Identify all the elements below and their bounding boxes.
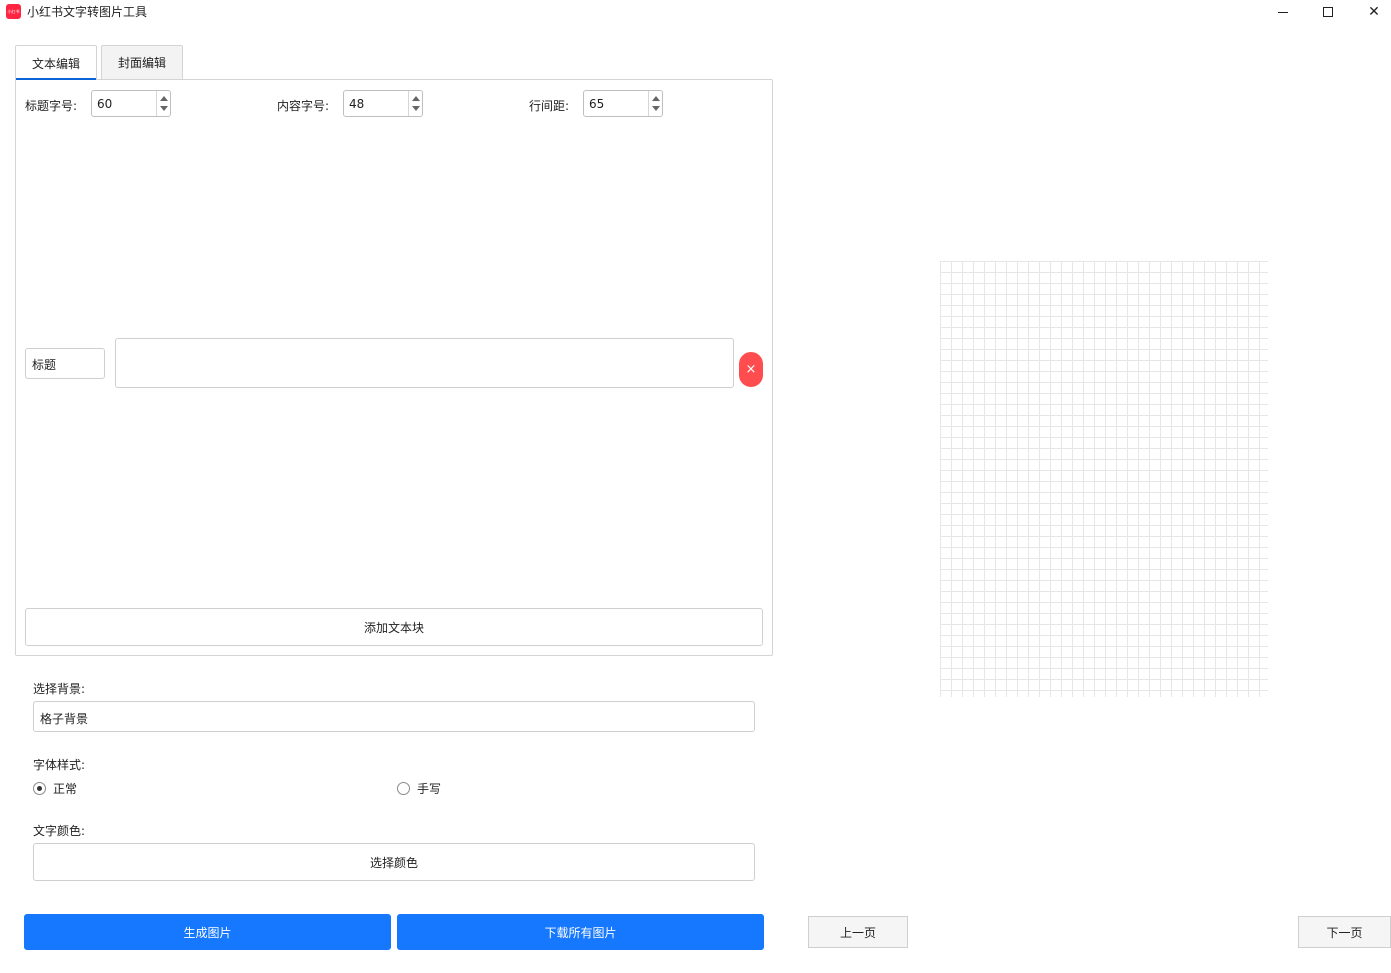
arrow-down-icon[interactable] bbox=[652, 106, 660, 111]
content-size-stepper[interactable] bbox=[408, 91, 422, 116]
choose-color-button[interactable]: 选择颜色 bbox=[33, 843, 755, 881]
content-size-label: 内容字号: bbox=[277, 99, 330, 113]
add-text-block-button[interactable]: 添加文本块 bbox=[25, 608, 763, 646]
button-label: 上一页 bbox=[839, 925, 876, 940]
app-logo-icon: 小红书 bbox=[6, 4, 21, 19]
title-bar: 小红书 小红书文字转图片工具 ✕ bbox=[0, 0, 1391, 26]
image-preview bbox=[940, 261, 1268, 697]
line-spacing-spinbox[interactable]: 65 bbox=[583, 90, 663, 117]
background-select[interactable]: 格子背景 bbox=[33, 701, 755, 732]
button-label: 选择颜色 bbox=[369, 855, 418, 870]
tab-label: 文本编辑 bbox=[31, 56, 80, 71]
font-style-normal-radio[interactable]: 正常 bbox=[33, 780, 77, 797]
line-spacing-stepper[interactable] bbox=[648, 91, 662, 116]
tab-cover-edit[interactable]: 封面编辑 bbox=[101, 45, 183, 79]
tab-label: 封面编辑 bbox=[117, 56, 166, 70]
download-all-button[interactable]: 下载所有图片 bbox=[397, 914, 764, 950]
title-size-label: 标题字号: bbox=[25, 99, 78, 113]
arrow-up-icon[interactable] bbox=[652, 96, 660, 101]
content-size-spinbox[interactable]: 48 bbox=[343, 90, 423, 117]
font-style-handwrite-radio[interactable]: 手写 bbox=[397, 780, 441, 797]
button-label: 添加文本块 bbox=[363, 620, 424, 635]
next-page-button[interactable]: 下一页 bbox=[1298, 916, 1391, 948]
maximize-icon bbox=[1323, 7, 1333, 17]
radio-label: 正常 bbox=[53, 782, 78, 796]
close-icon: × bbox=[745, 362, 757, 377]
generate-image-button[interactable]: 生成图片 bbox=[24, 914, 391, 950]
line-spacing-label: 行间距: bbox=[529, 99, 570, 113]
close-button[interactable]: ✕ bbox=[1351, 0, 1391, 24]
button-label: 下载所有图片 bbox=[544, 925, 617, 940]
title-size-stepper[interactable] bbox=[156, 91, 170, 116]
line-spacing-value: 65 bbox=[589, 97, 605, 111]
prev-page-button[interactable]: 上一页 bbox=[808, 916, 908, 948]
button-label: 生成图片 bbox=[183, 925, 232, 940]
maximize-button[interactable] bbox=[1305, 0, 1351, 24]
block-type-select[interactable]: 标题 bbox=[25, 348, 105, 379]
title-size-value: 60 bbox=[97, 97, 113, 111]
minimize-icon bbox=[1278, 11, 1288, 13]
background-label: 选择背景: bbox=[33, 682, 86, 696]
block-content-input[interactable] bbox=[115, 338, 734, 388]
arrow-up-icon[interactable] bbox=[160, 96, 168, 101]
button-label: 下一页 bbox=[1326, 925, 1363, 940]
content-size-value: 48 bbox=[349, 97, 365, 111]
font-style-label: 字体样式: bbox=[33, 758, 86, 772]
arrow-down-icon[interactable] bbox=[160, 106, 168, 111]
window-title: 小红书文字转图片工具 bbox=[27, 5, 148, 19]
radio-checked-icon[interactable] bbox=[33, 782, 46, 795]
minimize-button[interactable] bbox=[1260, 0, 1306, 24]
text-edit-panel: 标题字号: 60 内容字号: 48 行间距: 65 标题 × 添加文本块 bbox=[15, 79, 773, 656]
title-size-spinbox[interactable]: 60 bbox=[91, 90, 171, 117]
tab-text-edit[interactable]: 文本编辑 bbox=[15, 45, 97, 80]
delete-block-button[interactable]: × bbox=[739, 352, 763, 387]
radio-unchecked-icon[interactable] bbox=[397, 782, 410, 795]
close-icon: ✕ bbox=[1368, 4, 1380, 20]
text-color-label: 文字颜色: bbox=[33, 824, 86, 838]
arrow-up-icon[interactable] bbox=[412, 96, 420, 101]
arrow-down-icon[interactable] bbox=[412, 106, 420, 111]
radio-label: 手写 bbox=[417, 782, 442, 796]
